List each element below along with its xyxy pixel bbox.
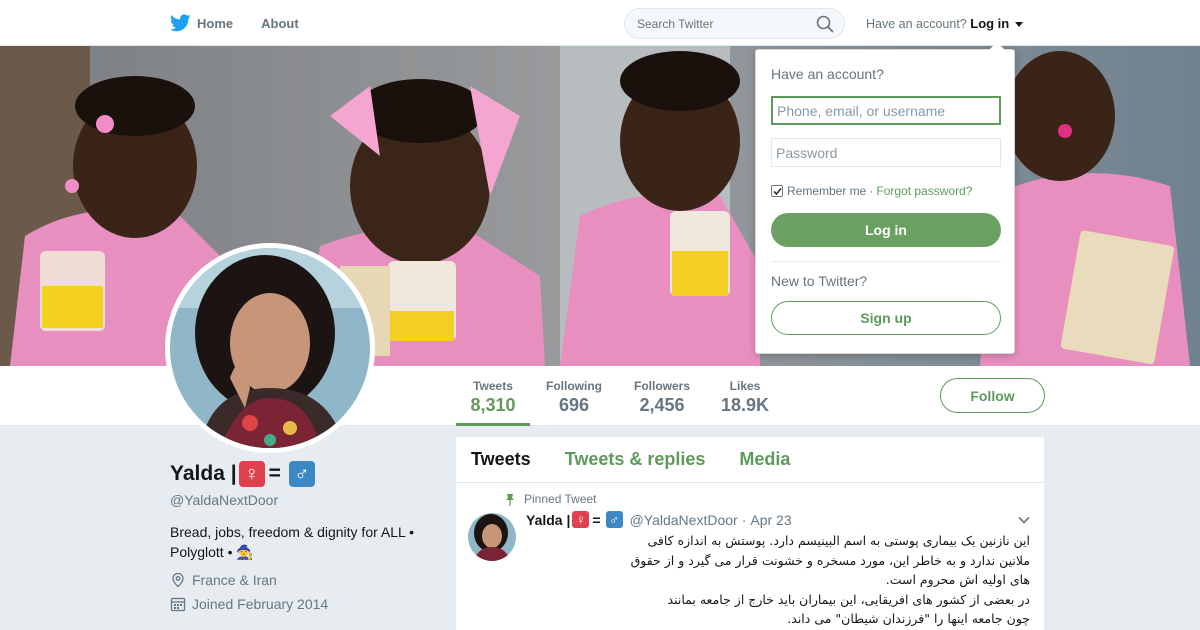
have-account-text: Have an account? bbox=[866, 17, 967, 31]
profile-name[interactable]: Yalda | ♀ = ♂ bbox=[170, 460, 440, 488]
male-sign-icon: ♂ bbox=[605, 511, 623, 528]
tweet-text-line: های اولیه اش محروم است. bbox=[885, 572, 1030, 587]
profile-location: France & Iran bbox=[170, 572, 440, 588]
stat-followers[interactable]: Followers 2,456 bbox=[626, 366, 698, 426]
username-field[interactable] bbox=[771, 96, 1001, 125]
chevron-down-icon bbox=[1014, 22, 1023, 28]
pin-icon bbox=[506, 493, 514, 506]
stat-following-value: 696 bbox=[558, 395, 590, 415]
tweet-author-text: Yalda | bbox=[526, 511, 571, 528]
nav-home[interactable]: Home bbox=[170, 14, 233, 32]
profile-handle[interactable]: @YaldaNextDoor bbox=[170, 492, 440, 508]
bio-line-1: Bread, jobs, freedom & dignity for ALL • bbox=[170, 524, 415, 540]
calendar-icon bbox=[170, 597, 186, 612]
tweet-text-line: در بعضی از کشور های افریقایی، این بیمارا… bbox=[667, 591, 1030, 607]
nav-about[interactable]: About bbox=[261, 16, 299, 31]
profile-joined: Joined February 2014 bbox=[170, 596, 440, 612]
profile-avatar[interactable] bbox=[165, 243, 375, 453]
login-dropdown: Have an account? Remember me · Forgot pa… bbox=[755, 42, 1015, 354]
search-icon[interactable] bbox=[816, 15, 834, 33]
stat-following[interactable]: Following 696 bbox=[538, 366, 610, 426]
stat-following-label: Following bbox=[546, 379, 602, 393]
top-navigation-bar: Home About Have an account? Log in bbox=[0, 0, 1200, 46]
remember-row: Remember me · Forgot password? bbox=[771, 184, 972, 198]
timeline-tabs: Tweets Tweets & replies Media bbox=[456, 437, 1044, 483]
search-box bbox=[624, 8, 845, 39]
new-to-twitter-text: New to Twitter? bbox=[771, 273, 868, 289]
login-link-label[interactable]: Log in bbox=[970, 16, 1009, 31]
mage-emoji-icon: 🧙 bbox=[236, 544, 254, 560]
tab-media[interactable]: Media bbox=[739, 449, 790, 470]
stat-likes[interactable]: Likes 18.9K bbox=[712, 366, 778, 426]
remember-me-label[interactable]: Remember me bbox=[787, 184, 866, 198]
checkmark-icon bbox=[772, 187, 782, 195]
female-sign-icon: ♀ bbox=[572, 511, 590, 528]
nav-about-label: About bbox=[261, 15, 299, 31]
tweet-date[interactable]: Apr 23 bbox=[750, 512, 791, 528]
stat-tweets-label: Tweets bbox=[473, 379, 513, 393]
dropdown-divider bbox=[771, 261, 1001, 262]
nav-left: Home About bbox=[170, 0, 327, 46]
stat-tweets[interactable]: Tweets 8,310 bbox=[456, 366, 530, 426]
search-input[interactable] bbox=[625, 9, 805, 38]
location-text: France & Iran bbox=[192, 572, 277, 588]
follow-button[interactable]: Follow bbox=[940, 378, 1045, 413]
equals-sign: = bbox=[268, 462, 281, 485]
equals-sign: = bbox=[592, 511, 601, 528]
profile-name-text: Yalda | bbox=[170, 462, 237, 485]
location-pin-icon bbox=[172, 572, 184, 588]
male-sign-icon: ♂ bbox=[288, 461, 315, 487]
tweet-text-line: این نازنین یک بیماری پوستی به اسم البینی… bbox=[647, 533, 1030, 548]
remember-separator: · bbox=[869, 184, 874, 198]
remember-me-checkbox[interactable] bbox=[771, 185, 783, 197]
stat-tweets-value: 8,310 bbox=[470, 395, 516, 415]
female-sign-icon: ♀ bbox=[238, 461, 265, 487]
pinned-label: Pinned Tweet bbox=[504, 492, 597, 506]
stat-likes-value: 18.9K bbox=[720, 395, 770, 415]
stat-likes-label: Likes bbox=[729, 379, 761, 393]
profile-sidebar: Yalda | ♀ = ♂ @YaldaNextDoor Bread, jobs… bbox=[170, 460, 440, 612]
login-menu[interactable]: Have an account? Log in bbox=[866, 16, 1023, 31]
nav-home-label: Home bbox=[197, 15, 234, 31]
twitter-bird-icon bbox=[170, 14, 191, 32]
tweet-author-handle[interactable]: @YaldaNextDoor bbox=[630, 512, 738, 528]
tweet-text: این نازنین یک بیماری پوستی به اسم البینی… bbox=[526, 531, 1030, 629]
dropdown-title: Have an account? bbox=[771, 66, 884, 82]
tweet-author-name[interactable]: Yalda | ♀ = ♂ bbox=[526, 511, 625, 528]
tab-tweets[interactable]: Tweets bbox=[471, 449, 531, 470]
tab-tweets-replies[interactable]: Tweets & replies bbox=[565, 449, 706, 470]
pinned-text: Pinned Tweet bbox=[524, 492, 597, 506]
bio-line-2: Polyglott • bbox=[170, 544, 233, 560]
chevron-down-icon[interactable] bbox=[1018, 516, 1030, 524]
stat-followers-label: Followers bbox=[633, 379, 690, 393]
tweet-text-line: ملانین ندارد و به خاطر این، مورد مسخره و… bbox=[630, 552, 1030, 568]
pinned-tweet[interactable]: Pinned Tweet Yalda | ♀ = ♂ @YaldaNextDoo… bbox=[456, 483, 1044, 630]
tweet-header: Yalda | ♀ = ♂ @YaldaNextDoor · Apr 23 bbox=[526, 511, 792, 528]
signup-button[interactable]: Sign up bbox=[771, 301, 1001, 335]
timeline: Tweets Tweets & replies Media Pinned Twe… bbox=[456, 437, 1044, 630]
password-field[interactable] bbox=[771, 138, 1001, 167]
tweet-separator: · bbox=[741, 511, 747, 528]
profile-bio: Bread, jobs, freedom & dignity for ALL •… bbox=[170, 522, 440, 562]
tweet-avatar[interactable] bbox=[468, 513, 516, 561]
forgot-password-link[interactable]: Forgot password? bbox=[876, 184, 972, 198]
login-button[interactable]: Log in bbox=[771, 213, 1001, 247]
joined-text: Joined February 2014 bbox=[192, 596, 329, 612]
stat-followers-value: 2,456 bbox=[639, 395, 685, 415]
tweet-text-line: چون جامعه اینها را "فرزندان شیطان" می دا… bbox=[787, 611, 1030, 626]
